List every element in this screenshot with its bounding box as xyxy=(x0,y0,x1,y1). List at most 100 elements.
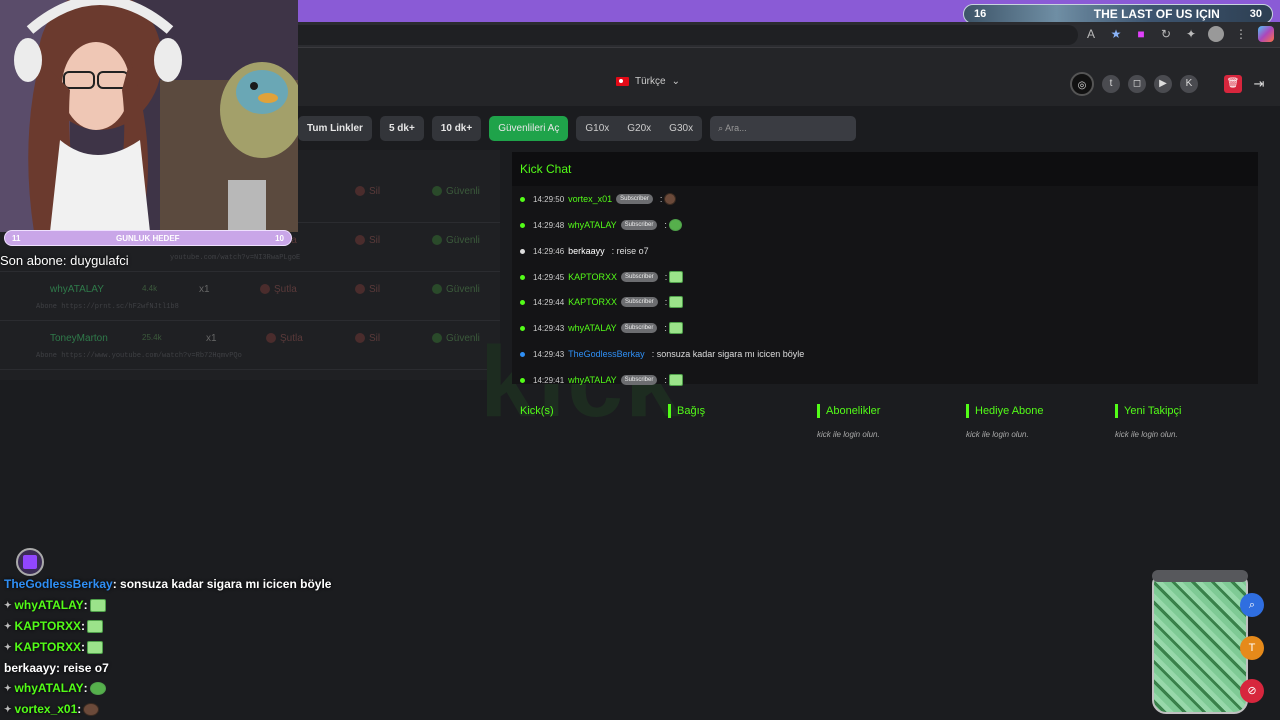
kick-badge-icon: ✦ xyxy=(4,599,12,610)
message-time: 14:29:41 xyxy=(533,375,565,385)
tool-icon[interactable]: T xyxy=(1240,636,1264,660)
twitter-icon[interactable]: t xyxy=(1102,75,1120,93)
kick-chat-title: Kick Chat xyxy=(512,152,1258,186)
gift-subs-heading: Hediye Abone xyxy=(966,404,1044,418)
open-trusted-button[interactable]: Güvenlileri Aç xyxy=(489,116,569,141)
trusted-button[interactable]: Güvenli xyxy=(432,186,480,197)
youtube-icon[interactable]: ▶ xyxy=(1154,75,1172,93)
message-user[interactable]: whyATALAY xyxy=(568,220,617,230)
browser-toolbar: A ★ ■ ↻ ✦ ⋮ xyxy=(298,22,1280,48)
block-icon[interactable]: ⊘ xyxy=(1240,679,1264,703)
message-user[interactable]: whyATALAY xyxy=(568,323,617,333)
overlay-text: : xyxy=(81,619,86,633)
message-bullet xyxy=(520,351,525,357)
link-user: ToneyMarton xyxy=(50,333,108,344)
emote-icon xyxy=(668,219,682,231)
kick-out-button[interactable]: Şutla xyxy=(266,333,303,344)
message-bullet xyxy=(520,222,525,228)
daily-goal-current: 11 xyxy=(12,233,21,243)
message-user[interactable]: TheGodlessBerkay xyxy=(568,349,645,359)
delete-button[interactable]: Sil xyxy=(355,186,380,197)
message-time: 14:29:50 xyxy=(533,194,565,204)
trash-icon[interactable]: 🗑 xyxy=(1224,75,1242,93)
message-time: 14:29:43 xyxy=(533,323,565,333)
message-time: 14:29:45 xyxy=(533,272,565,282)
link-multiplier: x1 xyxy=(199,284,210,295)
overlay-text: : xyxy=(83,598,88,612)
message-text: : xyxy=(664,375,667,385)
copilot-icon[interactable] xyxy=(1258,26,1274,42)
message-user[interactable]: whyATALAY xyxy=(568,375,617,385)
overlay-text: : xyxy=(83,681,88,695)
g20-button[interactable]: G20x xyxy=(618,123,660,134)
trusted-button[interactable]: Güvenli xyxy=(432,235,480,246)
tip-jar-widget xyxy=(1152,570,1248,714)
kick-out-button[interactable]: Şutla xyxy=(260,284,297,295)
language-label: Türkçe xyxy=(635,76,666,87)
daily-goal-bar: 11 GUNLUK HEDEF 10 xyxy=(4,230,292,246)
translate-icon[interactable]: A xyxy=(1083,26,1099,42)
address-bar[interactable] xyxy=(298,25,1078,45)
g30-button[interactable]: G30x xyxy=(660,123,702,134)
search-input[interactable]: ⌕ Ara... xyxy=(710,116,857,141)
overlay-chat-line: ✦ whyATALAY : xyxy=(4,681,106,695)
message-user[interactable]: KAPTORXX xyxy=(568,272,617,282)
overlay-user: KAPTORXX xyxy=(14,619,82,633)
chat-message: 14:29:50 vortex_x01 Subscriber: xyxy=(520,192,677,206)
trusted-button[interactable]: Güvenli xyxy=(432,284,480,295)
overlay-user: whyATALAY xyxy=(14,681,84,695)
overlay-text: : xyxy=(77,702,82,716)
kick-icon[interactable]: K xyxy=(1180,75,1198,93)
link-url[interactable]: Abone https://www.youtube.com/watch?v=Rb… xyxy=(36,352,242,360)
delete-button[interactable]: Sil xyxy=(355,235,380,246)
link-views: 25.4k xyxy=(142,333,162,342)
subscriber-badge: Subscriber xyxy=(621,272,658,282)
bookmark-star-icon[interactable]: ★ xyxy=(1108,26,1124,42)
message-time: 14:29:44 xyxy=(533,297,565,307)
message-user[interactable]: vortex_x01 xyxy=(568,194,612,204)
message-bullet xyxy=(520,299,525,305)
message-text: : xyxy=(664,220,667,230)
instagram-icon[interactable]: ◻ xyxy=(1128,75,1146,93)
followers-login-hint: kick ile login olun. xyxy=(1115,430,1178,439)
overlay-user: vortex_x01 xyxy=(14,702,78,716)
overlay-text: : xyxy=(81,640,86,654)
delete-button[interactable]: Sil xyxy=(355,284,380,295)
language-selector[interactable]: Türkçe ⌄ xyxy=(616,76,680,87)
puzzle-icon[interactable]: ✦ xyxy=(1183,26,1199,42)
overlay-user: KAPTORXX xyxy=(14,640,82,654)
filter-bar: Tum Linkler 5 dk+ 10 dk+ Güvenlileri Aç … xyxy=(298,116,857,141)
menu-dots-icon[interactable]: ⋮ xyxy=(1233,26,1249,42)
chat-message: 14:29:45 KAPTORXX Subscriber: xyxy=(520,270,684,284)
five-min-button[interactable]: 5 dk+ xyxy=(379,116,424,141)
message-user[interactable]: KAPTORXX xyxy=(568,297,617,307)
twitch-icon xyxy=(16,548,44,576)
subscriber-badge: Subscriber xyxy=(620,220,658,230)
g10-button[interactable]: G10x xyxy=(576,123,618,134)
link-url[interactable]: Abone https://prnt.sc/hF2wfNJtl1b8 xyxy=(36,303,179,311)
dribbble-icon[interactable]: ◎ xyxy=(1070,72,1094,96)
stream-goal-bar: 16 THE LAST OF US IÇIN 30 xyxy=(963,4,1273,24)
list-item[interactable]: ToneyMarton 25.4k x1 Şutla Sil Güvenli A… xyxy=(0,321,500,370)
daily-goal-title: GUNLUK HEDEF xyxy=(116,233,180,243)
list-item[interactable]: whyATALAY 4.4k x1 Şutla Sil Güvenli Abon… xyxy=(0,272,500,321)
delete-button[interactable]: Sil xyxy=(355,333,380,344)
message-user[interactable]: berkaayy xyxy=(568,246,605,256)
refresh-extension-icon[interactable]: ↻ xyxy=(1158,26,1174,42)
social-links: ◎ t ◻ ▶ K 🗑 ⇥ xyxy=(1070,72,1268,96)
goal-target: 30 xyxy=(1249,8,1262,20)
message-bullet xyxy=(520,325,525,331)
all-links-button[interactable]: Tum Linkler xyxy=(298,116,372,141)
trusted-button[interactable]: Güvenli xyxy=(432,333,480,344)
search-icon: ⌕ xyxy=(718,123,724,133)
webcam-image xyxy=(0,0,298,232)
extension-icon[interactable]: ■ xyxy=(1133,26,1149,42)
search-icon[interactable]: ⌕ xyxy=(1240,593,1264,617)
gift-login-hint: kick ile login olun. xyxy=(966,430,1029,439)
profile-avatar-icon[interactable] xyxy=(1208,26,1224,42)
link-url[interactable]: youtube.com/watch?v=NI3RwaPLgoE xyxy=(170,254,300,262)
kick-badge-icon: ✦ xyxy=(4,620,12,631)
link-views: 4.4k xyxy=(142,284,158,293)
ten-min-button[interactable]: 10 dk+ xyxy=(431,116,482,141)
logout-icon[interactable]: ⇥ xyxy=(1250,75,1268,93)
